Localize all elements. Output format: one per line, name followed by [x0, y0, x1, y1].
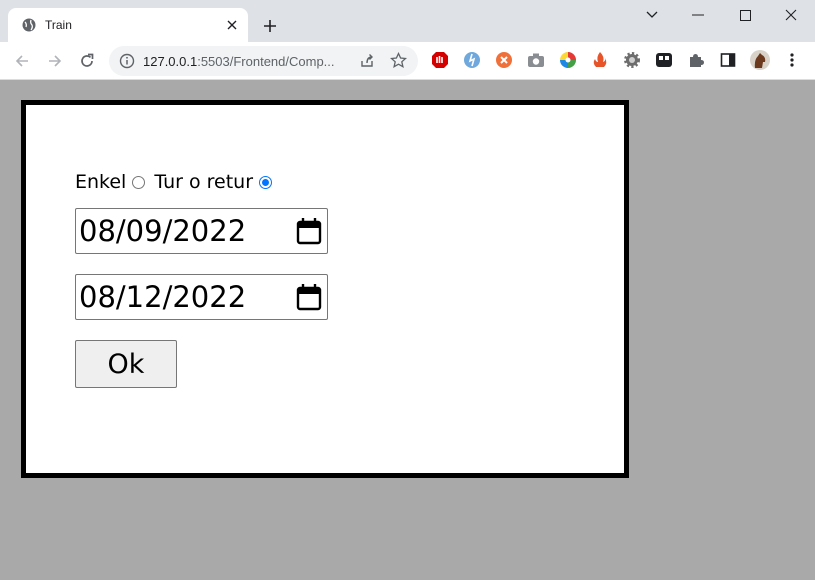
return-date-value: 08/12/2022 [79, 280, 247, 314]
url-path: :5503/Frontend/Comp... [197, 54, 335, 69]
ok-button[interactable]: Ok [75, 340, 177, 388]
close-icon[interactable] [779, 5, 803, 25]
tab-title: Train [45, 18, 72, 32]
star-icon[interactable] [389, 51, 408, 74]
puzzle-icon[interactable] [687, 51, 705, 69]
globe-icon [22, 18, 36, 32]
address-bar[interactable]: 127.0.0.1:5503/Frontend/Comp... [109, 46, 418, 76]
maximize-icon[interactable] [733, 5, 757, 25]
extension-orange-icon[interactable] [495, 51, 513, 69]
browser-tab[interactable]: Train [8, 8, 248, 42]
camera-icon[interactable] [527, 51, 545, 69]
url-text[interactable]: 127.0.0.1:5503/Frontend/Comp... [143, 54, 335, 69]
sidepanel-icon[interactable] [719, 51, 737, 69]
tablet-icon[interactable] [655, 51, 673, 69]
menu-kebab-icon[interactable] [783, 51, 801, 69]
close-tab-icon[interactable] [222, 15, 242, 35]
share-icon[interactable] [359, 53, 375, 74]
plus-icon[interactable] [259, 15, 281, 37]
profile-avatar[interactable] [750, 50, 770, 70]
calendar-icon[interactable] [296, 217, 322, 250]
departure-date-input[interactable]: 08/09/2022 [75, 208, 328, 254]
departure-date-value: 08/09/2022 [79, 214, 247, 248]
trip-type-group: Enkel Tur o retur [75, 170, 281, 194]
back-icon[interactable] [10, 49, 34, 73]
calendar-icon[interactable] [296, 283, 322, 316]
extension-blue-icon[interactable] [463, 51, 481, 69]
flame-icon[interactable] [591, 51, 609, 69]
radio-tur-o-retur[interactable] [259, 175, 273, 189]
radio-label-enkel: Enkel [75, 171, 127, 193]
gear-icon[interactable] [623, 51, 641, 69]
minimize-icon[interactable] [686, 5, 710, 25]
color-wheel-icon[interactable] [559, 51, 577, 69]
url-host: 127.0.0.1 [143, 54, 198, 69]
return-date-input[interactable]: 08/12/2022 [75, 274, 328, 320]
radio-enkel[interactable] [132, 175, 146, 189]
reload-icon[interactable] [75, 49, 99, 73]
page-viewport: Enkel Tur o retur 08/09/2022 08/12/2022 … [0, 80, 815, 580]
tab-strip: Train [0, 0, 815, 42]
ublock-icon[interactable] [431, 51, 449, 69]
radio-label-tur-o-retur: Tur o retur [154, 171, 254, 193]
booking-card: Enkel Tur o retur 08/09/2022 08/12/2022 … [21, 100, 629, 478]
forward-icon[interactable] [43, 49, 67, 73]
site-info-icon[interactable] [119, 53, 135, 74]
chevron-down-icon[interactable] [640, 5, 664, 25]
